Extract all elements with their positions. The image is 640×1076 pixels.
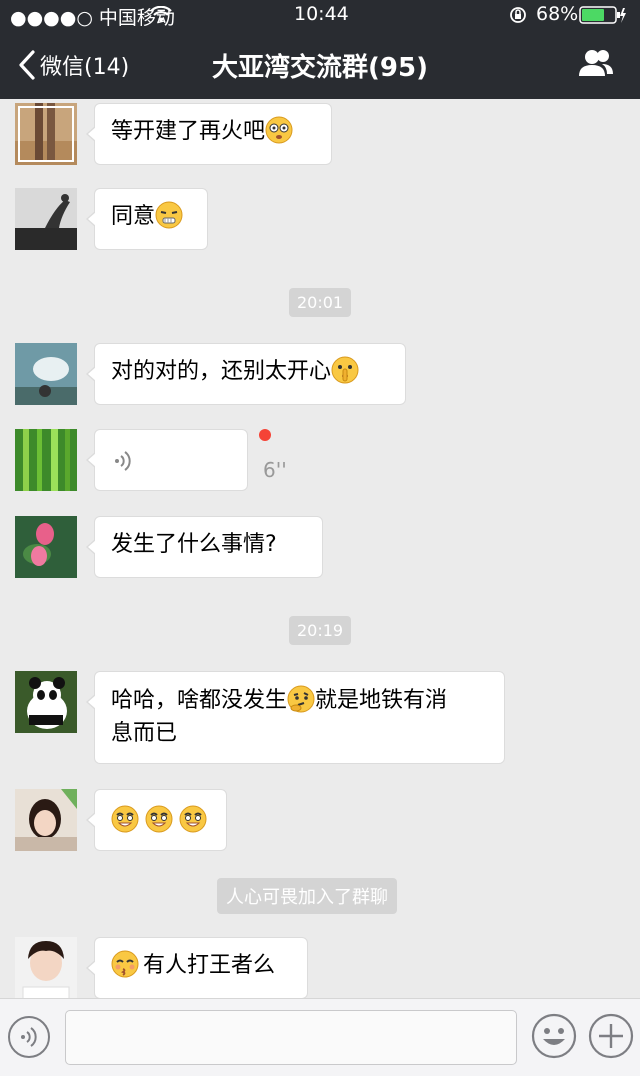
voice-icon	[21, 1027, 37, 1047]
voice-message-bubble[interactable]	[86, 429, 248, 491]
shush-face-icon	[331, 356, 359, 384]
message-bubble[interactable]: 哈哈，啥都没发生 就是地铁有消息而已	[86, 671, 505, 764]
avatar[interactable]	[15, 671, 77, 733]
message-bubble[interactable]: 有人打王者么	[86, 937, 308, 998]
message-text: 发生了什么事情?	[111, 532, 277, 557]
wifi-icon	[150, 6, 172, 22]
avatar[interactable]	[15, 343, 77, 405]
message-text: 哈哈，啥都没发生	[111, 688, 288, 713]
emoji-face-icon[interactable]	[531, 1013, 577, 1059]
rotation-lock-icon	[510, 7, 526, 23]
avatar[interactable]	[15, 188, 77, 250]
zipper-face-icon	[155, 201, 183, 229]
message-input[interactable]	[65, 1010, 517, 1065]
input-bar	[0, 998, 640, 1076]
chat-area[interactable]: 等开建了再火吧 同意 20:01 对的对的，还别太开心 6'' 发生了什么事情?…	[0, 99, 640, 998]
message-bubble[interactable]: 等开建了再火吧	[86, 103, 332, 165]
timestamp: 20:19	[289, 616, 352, 645]
message-bubble[interactable]	[86, 789, 227, 851]
thinking-face-icon	[287, 685, 315, 713]
kiss-face-icon	[111, 950, 139, 978]
avatar[interactable]	[15, 789, 77, 851]
voice-icon	[115, 451, 131, 471]
message-bubble[interactable]: 发生了什么事情?	[86, 516, 323, 578]
avatar[interactable]	[15, 103, 77, 165]
system-message: 人心可畏加入了群聊	[217, 878, 397, 914]
voice-toggle-button[interactable]	[8, 1016, 50, 1058]
contacts-icon[interactable]	[578, 48, 614, 78]
message-text: 等开建了再火吧	[111, 119, 266, 144]
unread-dot	[259, 429, 271, 441]
grin-face-icon	[111, 805, 139, 833]
timestamp: 20:01	[289, 288, 352, 317]
battery-icon	[579, 6, 626, 24]
clock: 10:44	[294, 3, 349, 25]
message-text: 有人打王者么	[143, 953, 276, 978]
message-bubble[interactable]: 同意	[86, 188, 208, 250]
battery-percent: 68%	[536, 3, 579, 25]
plus-icon[interactable]	[588, 1013, 634, 1059]
grin-face-icon	[179, 805, 207, 833]
message-bubble[interactable]: 对的对的，还别太开心	[86, 343, 406, 405]
dizzy-face-icon	[265, 116, 293, 144]
voice-duration: 6''	[263, 458, 287, 482]
page-title: 大亚湾交流群(95)	[212, 53, 428, 83]
message-text: 同意	[111, 204, 156, 229]
message-text: 对的对的，还别太开心	[111, 359, 332, 384]
message-text: 息而已	[111, 721, 178, 746]
grin-face-icon	[145, 805, 173, 833]
avatar[interactable]	[15, 516, 77, 578]
message-text: 就是地铁有消	[315, 688, 448, 713]
avatar[interactable]	[15, 429, 77, 491]
status-bar: ●●●●○ 中国移动 10:44 68%	[0, 0, 640, 30]
avatar[interactable]	[15, 937, 77, 998]
nav-bar: 微信(14) 大亚湾交流群(95)	[0, 30, 640, 99]
